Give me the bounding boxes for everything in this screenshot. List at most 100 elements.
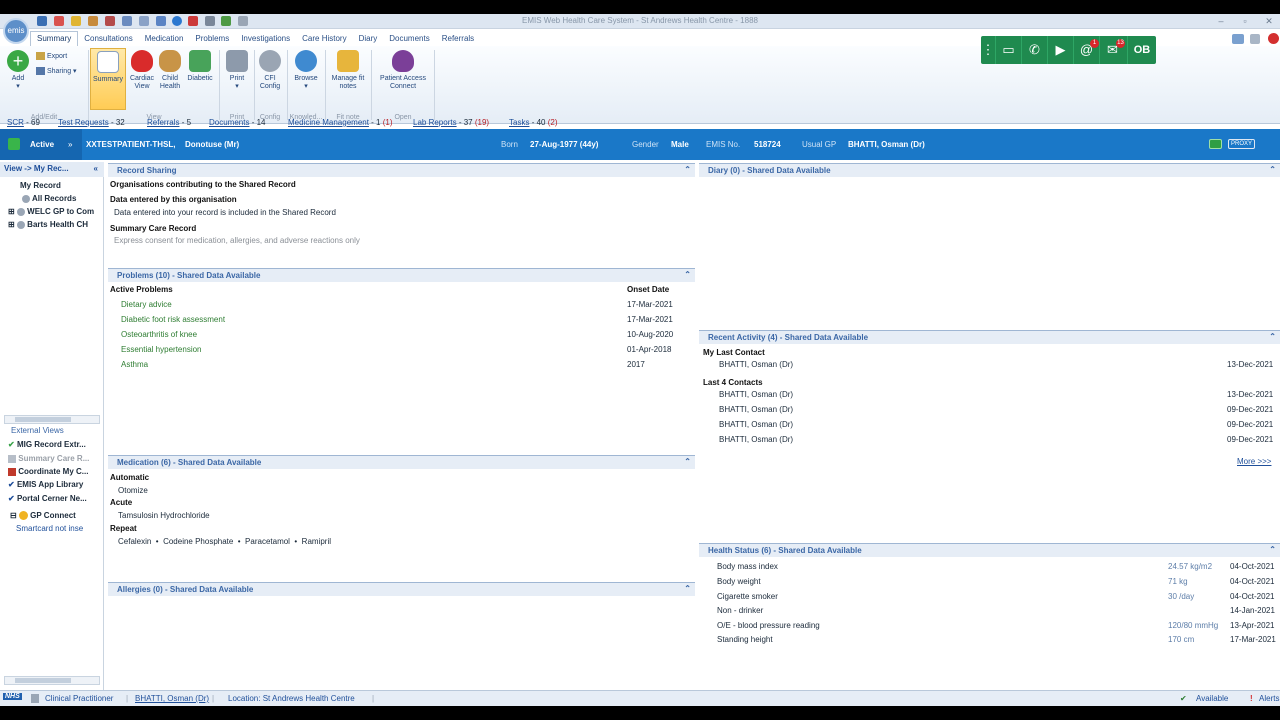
health-status-header[interactable]: Health Status (6) - Shared Data Availabl… xyxy=(699,543,1280,557)
external-horizontal-scrollbar[interactable] xyxy=(4,676,100,685)
link-medicine-management[interactable]: Medicine Management - 1 (1) xyxy=(288,118,393,127)
recent-activity-header[interactable]: Recent Activity (4) - Shared Data Availa… xyxy=(699,330,1280,344)
cardiac-view-button[interactable]: Cardiac View xyxy=(128,50,156,91)
problem-date: 10-Aug-2020 xyxy=(627,330,674,339)
patient-name[interactable]: XXTESTPATIENT-THSL, xyxy=(86,140,175,149)
emis-number-label: EMIS No. xyxy=(706,140,741,149)
problems-header[interactable]: Problems (10) - Shared Data Available ⌃ xyxy=(108,268,695,282)
tab-diary[interactable]: Diary xyxy=(353,32,384,47)
exit-icon[interactable] xyxy=(1268,33,1279,44)
tab-summary[interactable]: Summary xyxy=(30,31,79,46)
proxy-badge[interactable]: PROXY xyxy=(1228,139,1256,149)
link-tasks[interactable]: Tasks - 40 (2) xyxy=(509,118,558,127)
problem-name[interactable]: Asthma xyxy=(121,360,148,369)
link-documents[interactable]: Documents - 14 xyxy=(209,118,266,127)
tree-item-all-records[interactable]: All Records xyxy=(22,194,76,203)
emis-logo[interactable]: emis xyxy=(3,18,29,44)
phone-icon[interactable]: ✆ xyxy=(1021,36,1047,64)
video-call-icon[interactable]: ▶ xyxy=(1047,36,1073,64)
collapse-chevron-icon[interactable]: ⌃ xyxy=(1269,165,1276,174)
health-item-name: Non - drinker xyxy=(717,606,764,615)
more-contacts-link[interactable]: More >>> xyxy=(1237,457,1271,466)
settings-icon[interactable] xyxy=(1250,34,1260,44)
print-button[interactable]: Print ▾ xyxy=(224,50,250,91)
summary-care-record-label: Summary Care Record xyxy=(110,224,197,233)
record-sharing-header[interactable]: Record Sharing ⌃ xyxy=(108,163,695,177)
medication-item[interactable]: Cefalexin xyxy=(118,537,151,546)
medication-item[interactable]: Codeine Phosphate xyxy=(163,537,233,546)
logged-in-user[interactable]: BHATTI, Osman (Dr) xyxy=(135,694,209,703)
scrollbar-thumb[interactable] xyxy=(15,417,71,422)
export-button[interactable]: Export xyxy=(36,52,86,61)
shared-record-orgs: Organisations contributing to the Shared… xyxy=(110,180,296,189)
link-referrals[interactable]: Referrals - 5 xyxy=(147,118,191,127)
acute-medication[interactable]: Tamsulosin Hydrochloride xyxy=(118,511,210,520)
tab-documents[interactable]: Documents xyxy=(383,32,435,47)
health-item-name: O/E - blood pressure reading xyxy=(717,621,820,630)
sharing-label: Sharing xyxy=(46,67,72,75)
alerts-link[interactable]: Alerts xyxy=(1259,694,1279,703)
collapse-chevron-icon[interactable]: ⌃ xyxy=(684,270,691,279)
close-button[interactable]: ✕ xyxy=(1262,15,1276,27)
tree-item-gp-connect[interactable]: ⊟ GP Connect xyxy=(10,511,76,521)
external-view-coordinate[interactable]: Coordinate My C... xyxy=(8,467,88,476)
cfi-config-button[interactable]: CFI Config xyxy=(256,50,284,91)
tree-item-barts-health[interactable]: ⊞ Barts Health CH xyxy=(8,220,88,229)
view-selector[interactable]: View -> My Rec... « xyxy=(0,162,104,177)
patient-access-connect-button[interactable]: Patient Access Connect xyxy=(374,50,432,91)
banner-expand-icon[interactable]: » xyxy=(68,140,72,149)
medication-item[interactable]: Ramipril xyxy=(302,537,331,546)
browse-button[interactable]: Browse ▾ xyxy=(291,50,321,91)
collapse-chevron-icon[interactable]: ⌃ xyxy=(1269,545,1276,554)
chat-icon[interactable]: ▭ xyxy=(995,36,1021,64)
scrollbar-thumb[interactable] xyxy=(15,678,71,683)
tab-referrals[interactable]: Referrals xyxy=(436,32,480,47)
diary-header[interactable]: Diary (0) - Shared Data Available ⌃ xyxy=(699,163,1280,177)
sharing-button[interactable]: Sharing ▾ xyxy=(36,67,92,76)
problem-name[interactable]: Osteoarthritis of knee xyxy=(121,330,197,339)
add-button[interactable]: + Add ▾ xyxy=(6,50,30,91)
medication-item[interactable]: Paracetamol xyxy=(245,537,290,546)
tab-care-history[interactable]: Care History xyxy=(296,32,352,47)
link-test-requests[interactable]: Test Requests - 32 xyxy=(58,118,125,127)
summary-icon xyxy=(97,51,119,73)
allergies-header[interactable]: Allergies (0) - Shared Data Available ⌃ xyxy=(108,582,695,596)
collapse-chevron-icon[interactable]: ⌃ xyxy=(1269,332,1276,341)
summary-view-button[interactable]: Summary xyxy=(90,48,126,110)
problem-name[interactable]: Essential hypertension xyxy=(121,345,202,354)
tree-item-my-record[interactable]: My Record xyxy=(20,181,61,190)
link-count: - 1 xyxy=(371,118,381,127)
collapse-chevron-icon[interactable]: ⌃ xyxy=(684,584,691,593)
user-initials-avatar[interactable]: OB xyxy=(1127,36,1156,64)
child-health-button[interactable]: Child Health xyxy=(157,50,183,91)
manage-fit-notes-button[interactable]: Manage fit notes xyxy=(328,50,368,91)
external-view-app-library[interactable]: ✔ EMIS App Library xyxy=(8,480,83,489)
window-layout-icon[interactable] xyxy=(1232,34,1244,44)
external-view-scr[interactable]: Summary Care R... xyxy=(8,454,89,463)
tree-item-label: WELC GP to Com xyxy=(27,207,95,216)
tree-item-welc-gp[interactable]: ⊞ WELC GP to Com xyxy=(8,207,94,216)
collapse-icon[interactable]: « xyxy=(94,164,98,173)
diabetic-button[interactable]: Diabetic xyxy=(185,50,215,83)
collapse-chevron-icon[interactable]: ⌃ xyxy=(684,165,691,174)
tab-medication[interactable]: Medication xyxy=(139,32,190,47)
link-lab-reports[interactable]: Lab Reports - 37 (19) xyxy=(413,118,489,127)
collapse-chevron-icon[interactable]: ⌃ xyxy=(684,457,691,466)
tab-consultations[interactable]: Consultations xyxy=(78,32,138,47)
problem-name[interactable]: Diabetic foot risk assessment xyxy=(121,315,225,324)
minimize-button[interactable]: – xyxy=(1214,15,1228,27)
more-options-icon[interactable]: ⋮ xyxy=(981,36,995,64)
external-view-mig[interactable]: ✔ MIG Record Extr... xyxy=(8,440,86,449)
tab-investigations[interactable]: Investigations xyxy=(235,32,296,47)
smartcard-status: Smartcard not inse xyxy=(16,524,84,533)
tree-horizontal-scrollbar[interactable] xyxy=(4,415,100,424)
tab-problems[interactable]: Problems xyxy=(189,32,235,47)
problem-name[interactable]: Dietary advice xyxy=(121,300,172,309)
medication-header[interactable]: Medication (6) - Shared Data Available ⌃ xyxy=(108,455,695,469)
link-scr[interactable]: SCR - 69 xyxy=(7,118,40,127)
shared-record-icon[interactable] xyxy=(1209,139,1222,149)
automatic-medication[interactable]: Otomize xyxy=(118,486,148,495)
availability-status[interactable]: Available xyxy=(1196,694,1228,703)
external-view-portal-cerner[interactable]: ✔ Portal Cerner Ne... xyxy=(8,494,87,503)
maximize-button[interactable]: ▫ xyxy=(1238,15,1252,27)
